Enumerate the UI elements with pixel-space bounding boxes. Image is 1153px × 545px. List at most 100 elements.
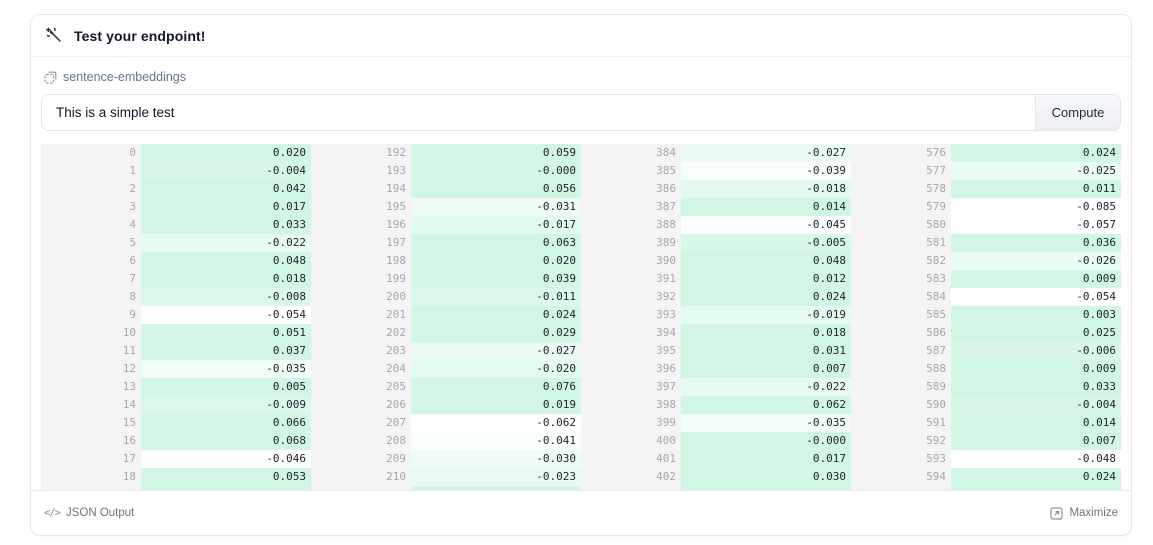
code-icon: </> xyxy=(44,507,60,519)
index-cell: 5 xyxy=(41,234,141,252)
value-cell: 0.018 xyxy=(141,270,311,288)
value-cell: -0.039 xyxy=(681,162,851,180)
embedding-row: 389-0.005 xyxy=(581,234,851,252)
index-cell: 8 xyxy=(41,288,141,306)
embedding-row: 393-0.019 xyxy=(581,306,851,324)
index-cell: 384 xyxy=(581,144,681,162)
embedding-row: 2010.024 xyxy=(311,306,581,324)
value-cell: 0.007 xyxy=(951,432,1121,450)
index-cell: 10 xyxy=(41,324,141,342)
value-cell: 0.020 xyxy=(411,252,581,270)
embedding-row: 14-0.009 xyxy=(41,396,311,414)
embedding-row: 388-0.045 xyxy=(581,216,851,234)
value-cell: 0.024 xyxy=(951,144,1121,162)
index-cell: 200 xyxy=(311,288,411,306)
value-cell: -0.027 xyxy=(411,342,581,360)
index-cell: 588 xyxy=(851,360,951,378)
pipeline-tag[interactable]: sentence-embeddings xyxy=(44,70,1121,84)
embedding-row: 5910.014 xyxy=(851,414,1121,432)
value-cell: 0.024 xyxy=(411,306,581,324)
value-cell: 0.033 xyxy=(141,216,311,234)
embedding-row: 204-0.020 xyxy=(311,360,581,378)
maximize-button[interactable]: Maximize xyxy=(1050,507,1118,520)
value-cell: 0.019 xyxy=(411,396,581,414)
index-cell: 16 xyxy=(41,432,141,450)
index-cell: 587 xyxy=(851,342,951,360)
index-cell: 389 xyxy=(581,234,681,252)
inference-widget-card: Test your endpoint! sentence-embeddings … xyxy=(30,14,1132,536)
value-cell: -0.000 xyxy=(681,432,851,450)
value-cell: 0.068 xyxy=(141,432,311,450)
embeddings-table[interactable]: 00.0201-0.00420.04230.01740.0335-0.02260… xyxy=(41,144,1121,490)
index-cell: 209 xyxy=(311,450,411,468)
index-cell: 399 xyxy=(581,414,681,432)
embedding-row: 70.018 xyxy=(41,270,311,288)
embedding-row: 210-0.023 xyxy=(311,468,581,486)
embedding-row: 130.005 xyxy=(41,378,311,396)
value-cell: 0.037 xyxy=(141,342,311,360)
embedding-row: 209-0.030 xyxy=(311,450,581,468)
embedding-row: 3980.062 xyxy=(581,396,851,414)
value-cell: -0.035 xyxy=(681,414,851,432)
value-cell: -0.017 xyxy=(411,216,581,234)
widget-body: sentence-embeddings Compute 00.0201-0.00… xyxy=(31,57,1131,490)
index-cell: 402 xyxy=(581,468,681,486)
embedding-row: 3950.031 xyxy=(581,342,851,360)
value-cell: 0.053 xyxy=(141,468,311,486)
embedding-row: 5850.003 xyxy=(851,306,1121,324)
index-cell: 400 xyxy=(581,432,681,450)
value-cell: 0.063 xyxy=(411,234,581,252)
value-cell: -0.045 xyxy=(681,216,851,234)
index-cell: 206 xyxy=(311,396,411,414)
embedding-row: 1970.063 xyxy=(311,234,581,252)
index-cell: 11 xyxy=(41,342,141,360)
index-cell: 197 xyxy=(311,234,411,252)
compute-button[interactable]: Compute xyxy=(1035,95,1120,130)
value-cell: -0.006 xyxy=(951,342,1121,360)
json-output-label: JSON Output xyxy=(66,507,134,519)
index-cell: 202 xyxy=(311,324,411,342)
index-cell: 583 xyxy=(851,270,951,288)
embedding-row: 208-0.041 xyxy=(311,432,581,450)
value-cell: 0.030 xyxy=(681,468,851,486)
index-cell: 207 xyxy=(311,414,411,432)
embedding-row: 60.048 xyxy=(41,252,311,270)
embedding-row: 3910.012 xyxy=(581,270,851,288)
index-cell: 12 xyxy=(41,360,141,378)
json-output-toggle[interactable]: </> JSON Output xyxy=(44,507,134,519)
index-cell: 2 xyxy=(41,180,141,198)
embedding-row: 8-0.008 xyxy=(41,288,311,306)
embedding-row: 1920.059 xyxy=(311,144,581,162)
embedding-row: 3920.024 xyxy=(581,288,851,306)
value-cell: -0.000 xyxy=(411,162,581,180)
embedding-column-group: 384-0.027385-0.039386-0.0183870.014388-0… xyxy=(581,144,851,490)
value-cell: -0.085 xyxy=(951,198,1121,216)
embedding-row: 5780.011 xyxy=(851,180,1121,198)
index-cell: 0 xyxy=(41,144,141,162)
index-cell: 394 xyxy=(581,324,681,342)
value-cell: -0.062 xyxy=(411,414,581,432)
widget-header: Test your endpoint! xyxy=(31,15,1131,57)
index-cell: 3 xyxy=(41,198,141,216)
embedding-row: 2060.019 xyxy=(311,396,581,414)
index-cell: 401 xyxy=(581,450,681,468)
value-cell: -0.046 xyxy=(141,450,311,468)
embedding-row: 1980.020 xyxy=(311,252,581,270)
index-cell: 6 xyxy=(41,252,141,270)
embedding-row: 196-0.017 xyxy=(311,216,581,234)
embedding-row: 40.033 xyxy=(41,216,311,234)
index-cell: 586 xyxy=(851,324,951,342)
query-input-group: Compute xyxy=(41,94,1121,131)
embedding-row: 193-0.000 xyxy=(311,162,581,180)
value-cell: 0.012 xyxy=(681,270,851,288)
index-cell: 391 xyxy=(581,270,681,288)
embedding-row: 3870.014 xyxy=(581,198,851,216)
embedding-row: 584-0.054 xyxy=(851,288,1121,306)
value-cell: -0.026 xyxy=(951,252,1121,270)
embedding-row: 195-0.031 xyxy=(311,198,581,216)
embedding-row: 9-0.054 xyxy=(41,306,311,324)
query-input[interactable] xyxy=(42,95,1035,130)
index-cell: 578 xyxy=(851,180,951,198)
value-cell: -0.020 xyxy=(411,360,581,378)
widget-title: Test your endpoint! xyxy=(74,28,206,44)
